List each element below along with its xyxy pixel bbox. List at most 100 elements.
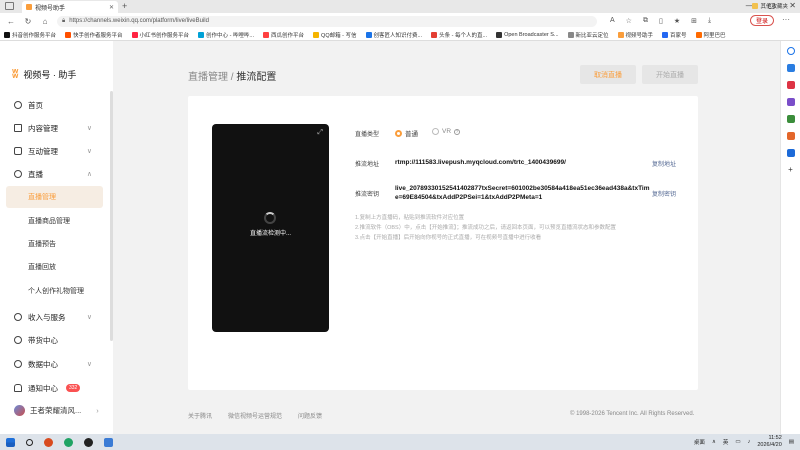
chart-app-icon[interactable] [104,437,113,447]
windows-start-icon[interactable] [6,437,15,447]
favorite-link[interactable]: 创客匠人知识付费... [365,31,422,39]
workspaces-icon[interactable] [5,2,14,10]
start-live-button[interactable]: 开始直播 [642,65,698,84]
favorite-link[interactable]: 小红书创作服务平台 [131,31,189,39]
outlook-icon[interactable] [786,149,795,157]
downloads-icon[interactable]: ⤓ [708,17,711,25]
edge-browser-icon[interactable] [64,437,73,447]
favorite-star-icon[interactable]: ☆ [626,17,632,25]
tab-close-icon[interactable]: ✕ [109,4,114,11]
split-screen-icon[interactable]: ▯ [659,17,663,25]
fullscreen-icon[interactable]: ⤢ [317,129,323,137]
favorite-link[interactable]: 创作中心 - 哔哩哔... [198,31,254,39]
favorite-link[interactable]: Open Broadcaster S... [496,31,559,38]
radio-vr[interactable]: VR ? [432,128,461,135]
footer-feedback-link[interactable]: 问题反馈 [298,411,322,420]
sidebar-item-content[interactable]: 内容管理 ∨ [0,117,108,139]
tools-icon[interactable] [786,98,795,106]
app-icon[interactable] [44,437,53,447]
url-field[interactable]: 🔒︎ https://channels.weixin.qq.com/platfo… [57,15,597,27]
browser-tab[interactable]: 视频号助手 ✕ [22,1,118,13]
push-address-value: rtmp://111583.livepush.myqcloud.com/trtc… [395,159,566,166]
collections-icon[interactable]: ⊞ [691,17,697,25]
lock-icon: 🔒︎ [62,17,66,24]
favorite-link[interactable]: 百家号 [662,31,687,39]
favorite-link[interactable]: 快手创作者服务平台 [65,31,123,39]
add-icon[interactable]: + [787,166,795,174]
clock[interactable]: 11:52 2026/4/20 [757,435,781,449]
network-icon[interactable]: ▭ [735,439,740,445]
interaction-icon [14,147,22,155]
favorite-label: Open Broadcaster S... [504,31,559,38]
cancel-live-button[interactable]: 取消直播 [580,65,636,84]
favorite-label: 抖音创作服务平台 [12,32,57,39]
favorite-link[interactable]: 阿里巴巴 [695,31,726,39]
browser-more-icon[interactable]: ··· [782,15,790,24]
favorite-link[interactable]: 头条 - 每个人的直... [431,31,487,39]
radio-checked-icon [395,129,402,137]
favorite-link[interactable]: 抖音创作服务平台 [4,31,56,39]
sidebar-item-home[interactable]: 首页 [0,94,108,116]
sidebar-item-label: 带货中心 [28,335,58,345]
sidebar-item-interaction[interactable]: 互动管理 ∨ [0,140,108,162]
search-icon[interactable] [786,47,795,55]
sidebar-item-notifications[interactable]: 通知中心 332 [0,377,108,399]
shopping-icon[interactable] [786,81,795,89]
extensions-icon[interactable]: ⧉ [643,17,648,25]
browser-login-button[interactable]: 登录 [749,15,774,26]
favorite-link[interactable]: QQ邮箱 - 写信 [313,31,357,39]
radio-normal[interactable]: 普通 [395,128,418,138]
push-address-label: 推流地址 [355,162,380,168]
breadcrumb-parent[interactable]: 直播管理 [188,72,228,83]
sidebar-subitem-live-manage[interactable]: 直播管理 [6,186,103,208]
favorite-site-icon [263,31,270,38]
favorite-site-icon [313,31,320,38]
home-nav-icon[interactable]: ⌂ [40,17,50,26]
office-icon[interactable] [786,132,795,140]
favorite-link[interactable]: 西瓜创作平台 [263,31,304,39]
back-icon[interactable]: ← [6,17,16,26]
favorites-icon[interactable]: ★ [674,17,680,25]
footer-rules-link[interactable]: 微信视频号运营规范 [228,411,282,420]
favorite-label: 视频号助手 [625,32,654,39]
new-tab-icon[interactable]: + [122,1,127,11]
sidebar-item-data[interactable]: 数据中心 ∨ [0,353,108,375]
copy-address-link[interactable]: 复制地址 [652,159,676,168]
sidebar-subitem-label: 直播管理 [28,194,56,201]
ime-indicator[interactable]: 英 [723,438,729,446]
help-icon[interactable]: ? [454,128,461,135]
copy-key-link[interactable]: 复制密钥 [652,189,676,198]
chevron-down-icon: ∨ [86,361,92,368]
discover-icon[interactable] [786,64,795,72]
notification-center-icon[interactable]: ▤ [789,439,794,445]
read-aloud-icon[interactable]: A [610,17,615,25]
logo[interactable]: ʬ 视频号 · 助手 [12,67,76,81]
favorite-link[interactable]: 新比亚云定位 [567,31,609,39]
sidebar-item-label: 收入与服务 [28,312,66,322]
preview-status: 直播流检测中... [249,231,291,237]
desktop-label[interactable]: 桌面 [694,438,705,446]
sidebar-subitem-gift-manage[interactable]: 个人创作礼物管理 [6,280,103,302]
close-window-icon[interactable]: ✕ [789,1,796,10]
sidebar-subitem-live-preview[interactable]: 直播预告 [6,233,103,255]
sidebar-subitem-label: 直播商品管理 [28,218,70,225]
sidebar-scrollbar[interactable] [110,91,113,341]
sidebar-item-live[interactable]: 直播 ∧ [0,163,108,185]
sidebar-subitem-live-goods[interactable]: 直播商品管理 [6,210,103,232]
obs-icon[interactable] [84,437,93,447]
favorite-link[interactable]: 视频号助手 [617,31,654,39]
footer-about-link[interactable]: 关于腾讯 [188,411,212,420]
url-text: channels.weixin.qq.com/platform/live/liv… [87,18,209,24]
search-taskbar-icon[interactable] [26,438,33,446]
sidebar-subitem-live-replay[interactable]: 直播回放 [6,256,103,278]
tray-chevron-icon[interactable]: ∧ [712,439,716,445]
refresh-icon[interactable]: ↻ [23,17,33,26]
other-favorites[interactable]: 其他收藏夹 [752,2,788,10]
favorite-site-icon [4,31,10,38]
volume-icon[interactable]: ♪ [748,439,751,445]
sidebar-item-commerce[interactable]: 带货中心 [0,329,108,351]
user-account[interactable]: 王者荣耀清风... › [14,405,99,416]
sidebar-item-income[interactable]: 收入与服务 ∨ [0,306,108,328]
income-icon [14,313,22,321]
games-icon[interactable] [786,115,795,123]
